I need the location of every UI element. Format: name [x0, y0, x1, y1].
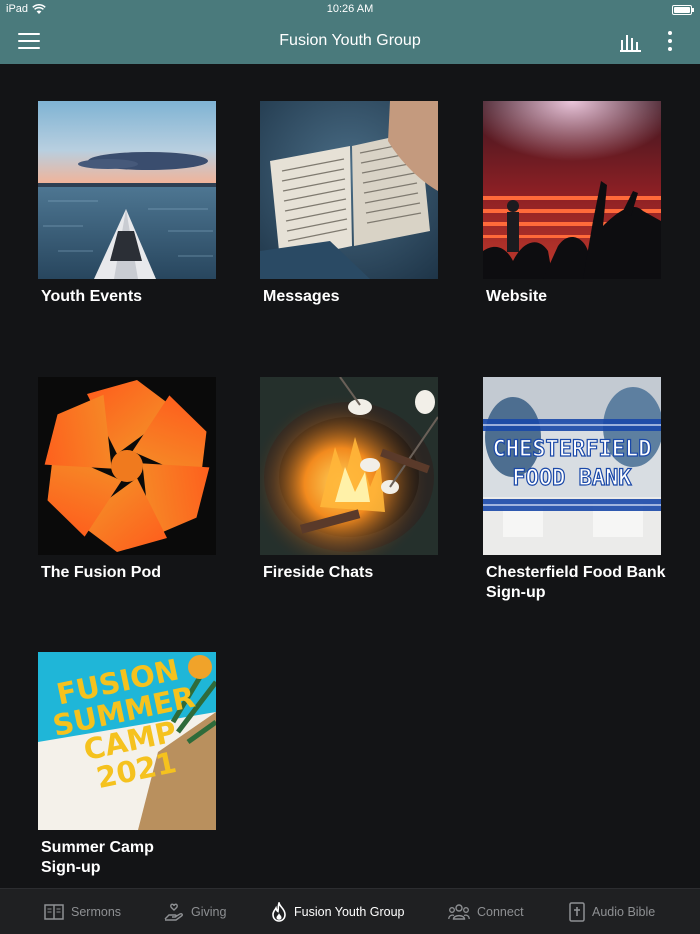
tile-label: Youth Events — [41, 288, 143, 305]
tab-fusion-youth-group[interactable]: Fusion Youth Group — [271, 889, 405, 934]
tab-connect[interactable]: Connect — [448, 889, 524, 934]
tile-label: Website — [486, 288, 548, 305]
fusion-pod-logo-image — [38, 377, 216, 555]
header-bar: Fusion Youth Group — [0, 20, 700, 64]
people-icon — [448, 904, 470, 920]
tile-summer-camp-sign-up[interactable]: FUSION SUMMER CAMP 2021 Summer Camp Sign… — [38, 652, 218, 878]
status-time: 10:26 AM — [326, 3, 374, 15]
audio-bars-icon[interactable] — [620, 32, 642, 52]
bible-icon — [569, 902, 585, 922]
tile-label: Chesterfield Food Bank Sign-up — [486, 564, 666, 601]
tab-label: Sermons — [71, 905, 122, 919]
tile-the-fusion-pod[interactable]: The Fusion Pod — [38, 377, 218, 583]
tile-chesterfield-food-bank-sign-up[interactable]: CHESTERFIELD FOOD BANK Chesterfield Food… — [483, 377, 666, 603]
giving-hand-icon — [164, 903, 183, 921]
tab-label: Fusion Youth Group — [294, 905, 405, 919]
food-bank-image-text: CHESTERFIELD FOOD BANK — [492, 436, 652, 491]
tile-messages[interactable]: Messages — [260, 101, 440, 307]
tab-label: Audio Bible — [592, 905, 656, 919]
tab-giving[interactable]: Giving — [164, 889, 226, 934]
tile-label: The Fusion Pod — [41, 564, 161, 581]
tab-label: Giving — [191, 905, 227, 919]
tab-sermons[interactable]: Sermons — [44, 889, 121, 934]
open-bible-image — [260, 101, 438, 279]
tile-label: Summer Camp Sign-up — [41, 839, 154, 876]
page-title: Fusion Youth Group — [279, 32, 421, 49]
book-icon — [44, 904, 64, 920]
tile-website[interactable]: Website — [483, 101, 663, 307]
tile-fireside-chats[interactable]: Fireside Chats — [260, 377, 440, 583]
tab-bar: Sermons Giving Fusion Youth Group Connec… — [0, 888, 700, 934]
tile-label: Fireside Chats — [263, 564, 374, 581]
food-bank-image: CHESTERFIELD FOOD BANK — [483, 377, 661, 555]
kayak-lake-image — [38, 101, 216, 279]
tab-label: Connect — [477, 905, 524, 919]
campfire-image — [260, 377, 438, 555]
tile-label: Messages — [263, 288, 340, 305]
tile-youth-events[interactable]: Youth Events — [38, 101, 218, 307]
tab-audio-bible[interactable]: Audio Bible — [569, 889, 655, 934]
status-bar: iPad 10:26 AM — [0, 0, 700, 20]
summer-camp-image: FUSION SUMMER CAMP 2021 — [38, 652, 216, 830]
concert-stage-image — [483, 101, 661, 279]
battery-icon — [672, 5, 694, 15]
more-options-icon[interactable] — [662, 31, 678, 53]
flame-icon — [272, 902, 286, 922]
